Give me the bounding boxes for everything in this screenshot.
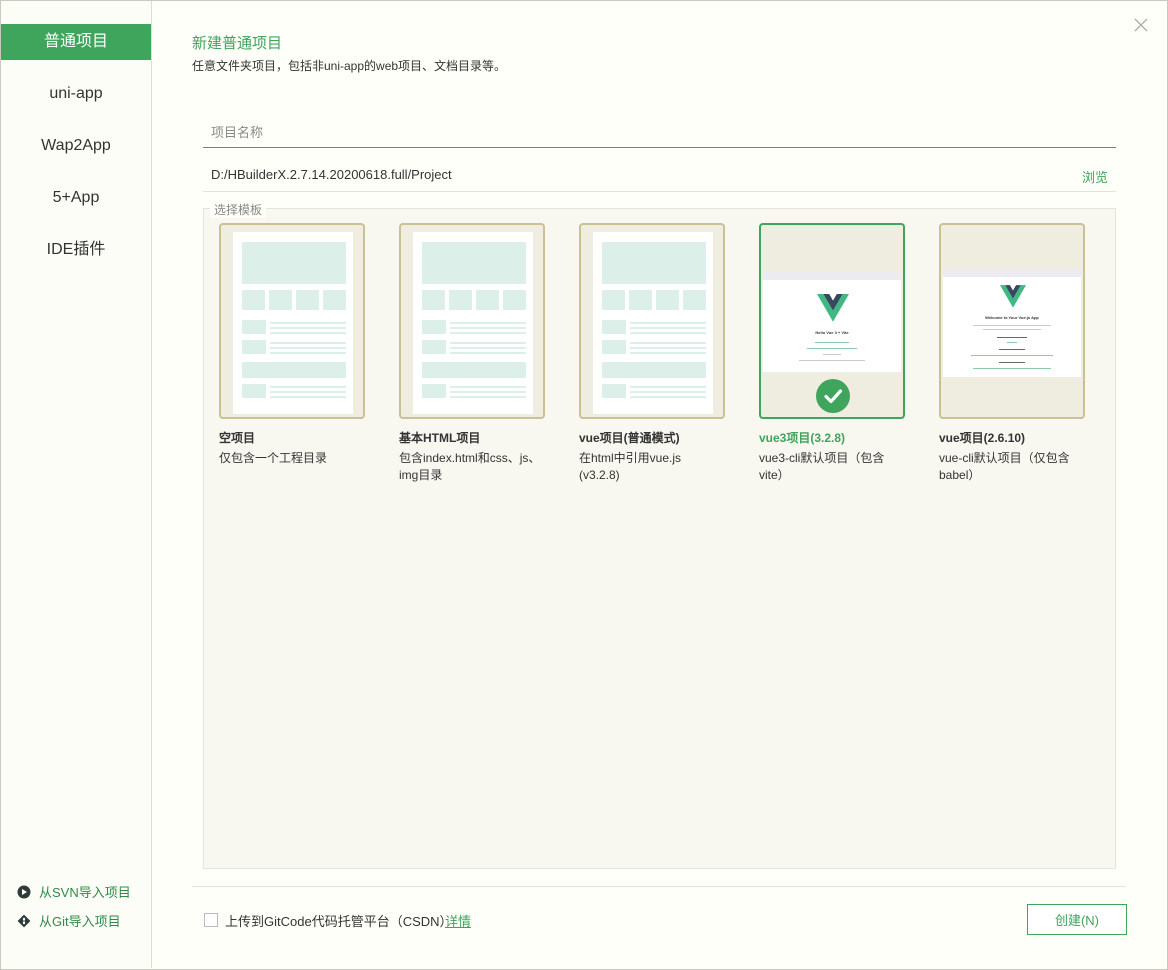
sidebar: 普通项目 uni-app Wap2App 5+App IDE插件 从SVN导入项… [1,1,152,968]
template-card-vue-normal[interactable]: vue项目(普通模式) 在html中引用vue.js (v3.2.8) [579,223,725,484]
project-path-row: D:/HBuilderX.2.7.14.20200618.full/Projec… [203,160,1116,192]
import-svn-label: 从SVN导入项目 [39,885,131,900]
footer-divider [192,886,1126,887]
import-git-label: 从Git导入项目 [39,914,121,929]
page-subtitle: 任意文件夹项目，包括非uni-app的web项目、文档目录等。 [192,59,507,73]
preview-title: Hello Vue 3 + Vite [815,330,849,335]
template-card-empty[interactable]: 空项目 仅包含一个工程目录 [219,223,365,467]
browse-button[interactable]: 浏览 [1082,167,1108,186]
svn-icon [17,885,31,899]
sidebar-item-normal-project[interactable]: 普通项目 [1,24,151,60]
create-button[interactable]: 创建(N) [1027,904,1127,935]
page-wireframe-image [233,232,353,414]
template-card-basic-html[interactable]: 基本HTML项目 包含index.html和css、js、img目录 [399,223,545,484]
template-thumbnail[interactable] [399,223,545,419]
template-thumbnail[interactable] [219,223,365,419]
template-legend: 选择模板 [210,201,267,218]
upload-gitcode-checkbox[interactable] [204,913,218,927]
template-desc: 包含index.html和css、js、img目录 [399,451,541,482]
template-thumbnail[interactable] [579,223,725,419]
import-from-svn-link[interactable]: 从SVN导入项目 [17,882,131,901]
sidebar-item-ide-plugin[interactable]: IDE插件 [1,232,151,268]
template-desc: 在html中引用vue.js (v3.2.8) [579,451,682,482]
project-type-nav: 普通项目 uni-app Wap2App 5+App IDE插件 [1,24,151,284]
project-path-field[interactable]: D:/HBuilderX.2.7.14.20200618.full/Projec… [211,167,452,182]
detail-link[interactable]: 详情 [445,911,471,930]
template-name: vue项目(普通模式) [579,431,680,445]
project-name-input[interactable] [203,118,1116,148]
close-icon[interactable] [1132,16,1150,34]
template-thumbnail[interactable]: Hello Vue 3 + Vite [759,223,905,419]
vue-logo-icon [817,294,849,322]
template-name: 基本HTML项目 [399,431,481,445]
upload-gitcode-label: 上传到GitCode代码托管平台（CSDN） [225,914,453,929]
page-wireframe-image [413,232,533,414]
page-title: 新建普通项目 [192,35,283,52]
import-from-git-link[interactable]: 从Git导入项目 [17,911,121,930]
template-name: vue3项目(3.2.8) [759,431,846,445]
page-wireframe-image [593,232,713,414]
sidebar-item-uni-app[interactable]: uni-app [1,76,151,112]
template-card-vue3[interactable]: Hello Vue 3 + Vite vue3项目(3.2.8) vue3-cl… [759,223,905,484]
vue-logo-icon [1000,285,1026,308]
sidebar-item-wap2app[interactable]: Wap2App [1,128,151,164]
template-card-vue2[interactable]: Welcome to Your Vue.js App vue项目(2.6.10)… [939,223,1085,484]
template-desc: vue-cli默认项目（仅包含babel） [939,451,1070,482]
selected-check-icon [816,379,850,413]
git-icon [17,914,31,928]
template-name: vue项目(2.6.10) [939,431,1026,445]
template-desc: 仅包含一个工程目录 [219,451,328,465]
template-desc: vue3-cli默认项目（包含vite） [759,451,885,482]
vue2-preview-image: Welcome to Your Vue.js App [943,269,1081,377]
sidebar-item-5plus-app[interactable]: 5+App [1,180,151,216]
vue3-preview-image: Hello Vue 3 + Vite [763,272,901,372]
template-name: 空项目 [219,431,256,445]
preview-title: Welcome to Your Vue.js App [985,315,1039,320]
template-thumbnail[interactable]: Welcome to Your Vue.js App [939,223,1085,419]
